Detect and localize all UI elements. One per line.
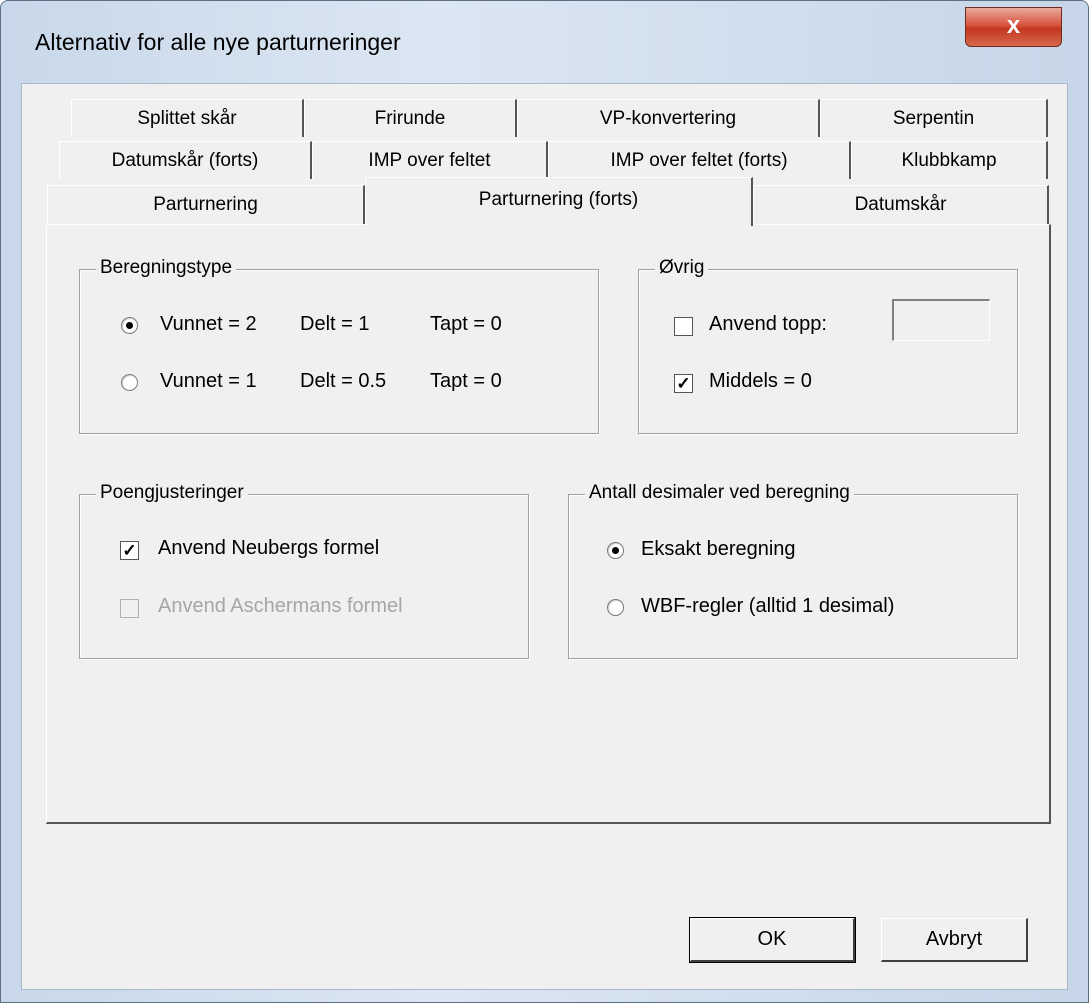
tab-frirunde[interactable]: Frirunde — [304, 99, 517, 137]
poengjusteringer-group: Poengjusteringer ✓ Anvend Neubergs forme… — [79, 481, 529, 659]
dialog-window: Alternativ for alle nye parturneringer x… — [0, 0, 1089, 1003]
aschermann-checkbox[interactable] — [120, 599, 139, 618]
beregningstype-group: Beregningstype Vunnet = 2 Delt = 1 Tapt … — [79, 256, 599, 434]
tab-imp-over-feltet[interactable]: IMP over feltet — [312, 141, 548, 179]
option-vunnet-2-label[interactable]: Vunnet = 2 — [160, 313, 257, 336]
desimaler-legend: Antall desimaler ved beregning — [585, 481, 854, 505]
ovrig-legend: Øvrig — [655, 256, 709, 280]
ok-button[interactable]: OK — [689, 917, 856, 963]
radio-dot — [126, 322, 133, 329]
radio-dot — [612, 547, 619, 554]
option-tapt-0b-label: Tapt = 0 — [430, 370, 502, 392]
tab-imp-over-feltet-forts[interactable]: IMP over feltet (forts) — [548, 141, 851, 179]
radio-vunnet-1[interactable] — [121, 374, 138, 391]
aschermann-label: Anvend Aschermans formel — [158, 595, 403, 617]
desimaler-group: Antall desimaler ved beregning Eksakt be… — [568, 481, 1018, 659]
option-delt-1-label: Delt = 1 — [300, 313, 370, 335]
ovrig-group: Øvrig Anvend topp: ✓ Middels = 0 — [638, 256, 1018, 434]
eksakt-label[interactable]: Eksakt beregning — [641, 538, 796, 561]
option-tapt-0-label: Tapt = 0 — [430, 313, 502, 335]
wbf-label[interactable]: WBF-regler (alltid 1 desimal) — [641, 595, 894, 618]
tab-parturnering[interactable]: Parturnering — [47, 185, 365, 225]
option-delt-05-label: Delt = 0.5 — [300, 370, 387, 392]
radio-vunnet-2[interactable] — [121, 317, 138, 334]
window-title: Alternativ for alle nye parturneringer — [35, 29, 401, 55]
cancel-button[interactable]: Avbryt — [881, 918, 1028, 962]
close-button[interactable]: x — [965, 7, 1062, 47]
middels-checkbox[interactable]: ✓ — [674, 374, 693, 393]
anvend-topp-input[interactable] — [892, 299, 990, 341]
radio-wbf[interactable] — [607, 599, 624, 616]
tab-vp-konvertering[interactable]: VP-konvertering — [517, 99, 820, 137]
neuberg-checkbox[interactable]: ✓ — [120, 541, 139, 560]
tab-datumskar-forts[interactable]: Datumskår (forts) — [59, 141, 312, 179]
middels-label[interactable]: Middels = 0 — [709, 370, 812, 393]
beregningstype-legend: Beregningstype — [96, 256, 237, 280]
radio-eksakt[interactable] — [607, 542, 624, 559]
neuberg-label[interactable]: Anvend Neubergs formel — [158, 537, 379, 560]
poengjusteringer-legend: Poengjusteringer — [96, 481, 248, 505]
anvend-topp-checkbox[interactable] — [674, 317, 693, 336]
tab-datumskar[interactable]: Datumskår — [753, 185, 1049, 225]
tab-klubbkamp[interactable]: Klubbkamp — [851, 141, 1048, 179]
option-vunnet-1-label[interactable]: Vunnet = 1 — [160, 370, 257, 393]
tab-serpentin[interactable]: Serpentin — [820, 99, 1048, 137]
tab-parturnering-forts[interactable]: Parturnering (forts) — [365, 177, 753, 226]
anvend-topp-label[interactable]: Anvend topp: — [709, 313, 827, 336]
close-icon: x — [1006, 12, 1021, 39]
tab-splittet-skar[interactable]: Splittet skår — [71, 99, 304, 137]
